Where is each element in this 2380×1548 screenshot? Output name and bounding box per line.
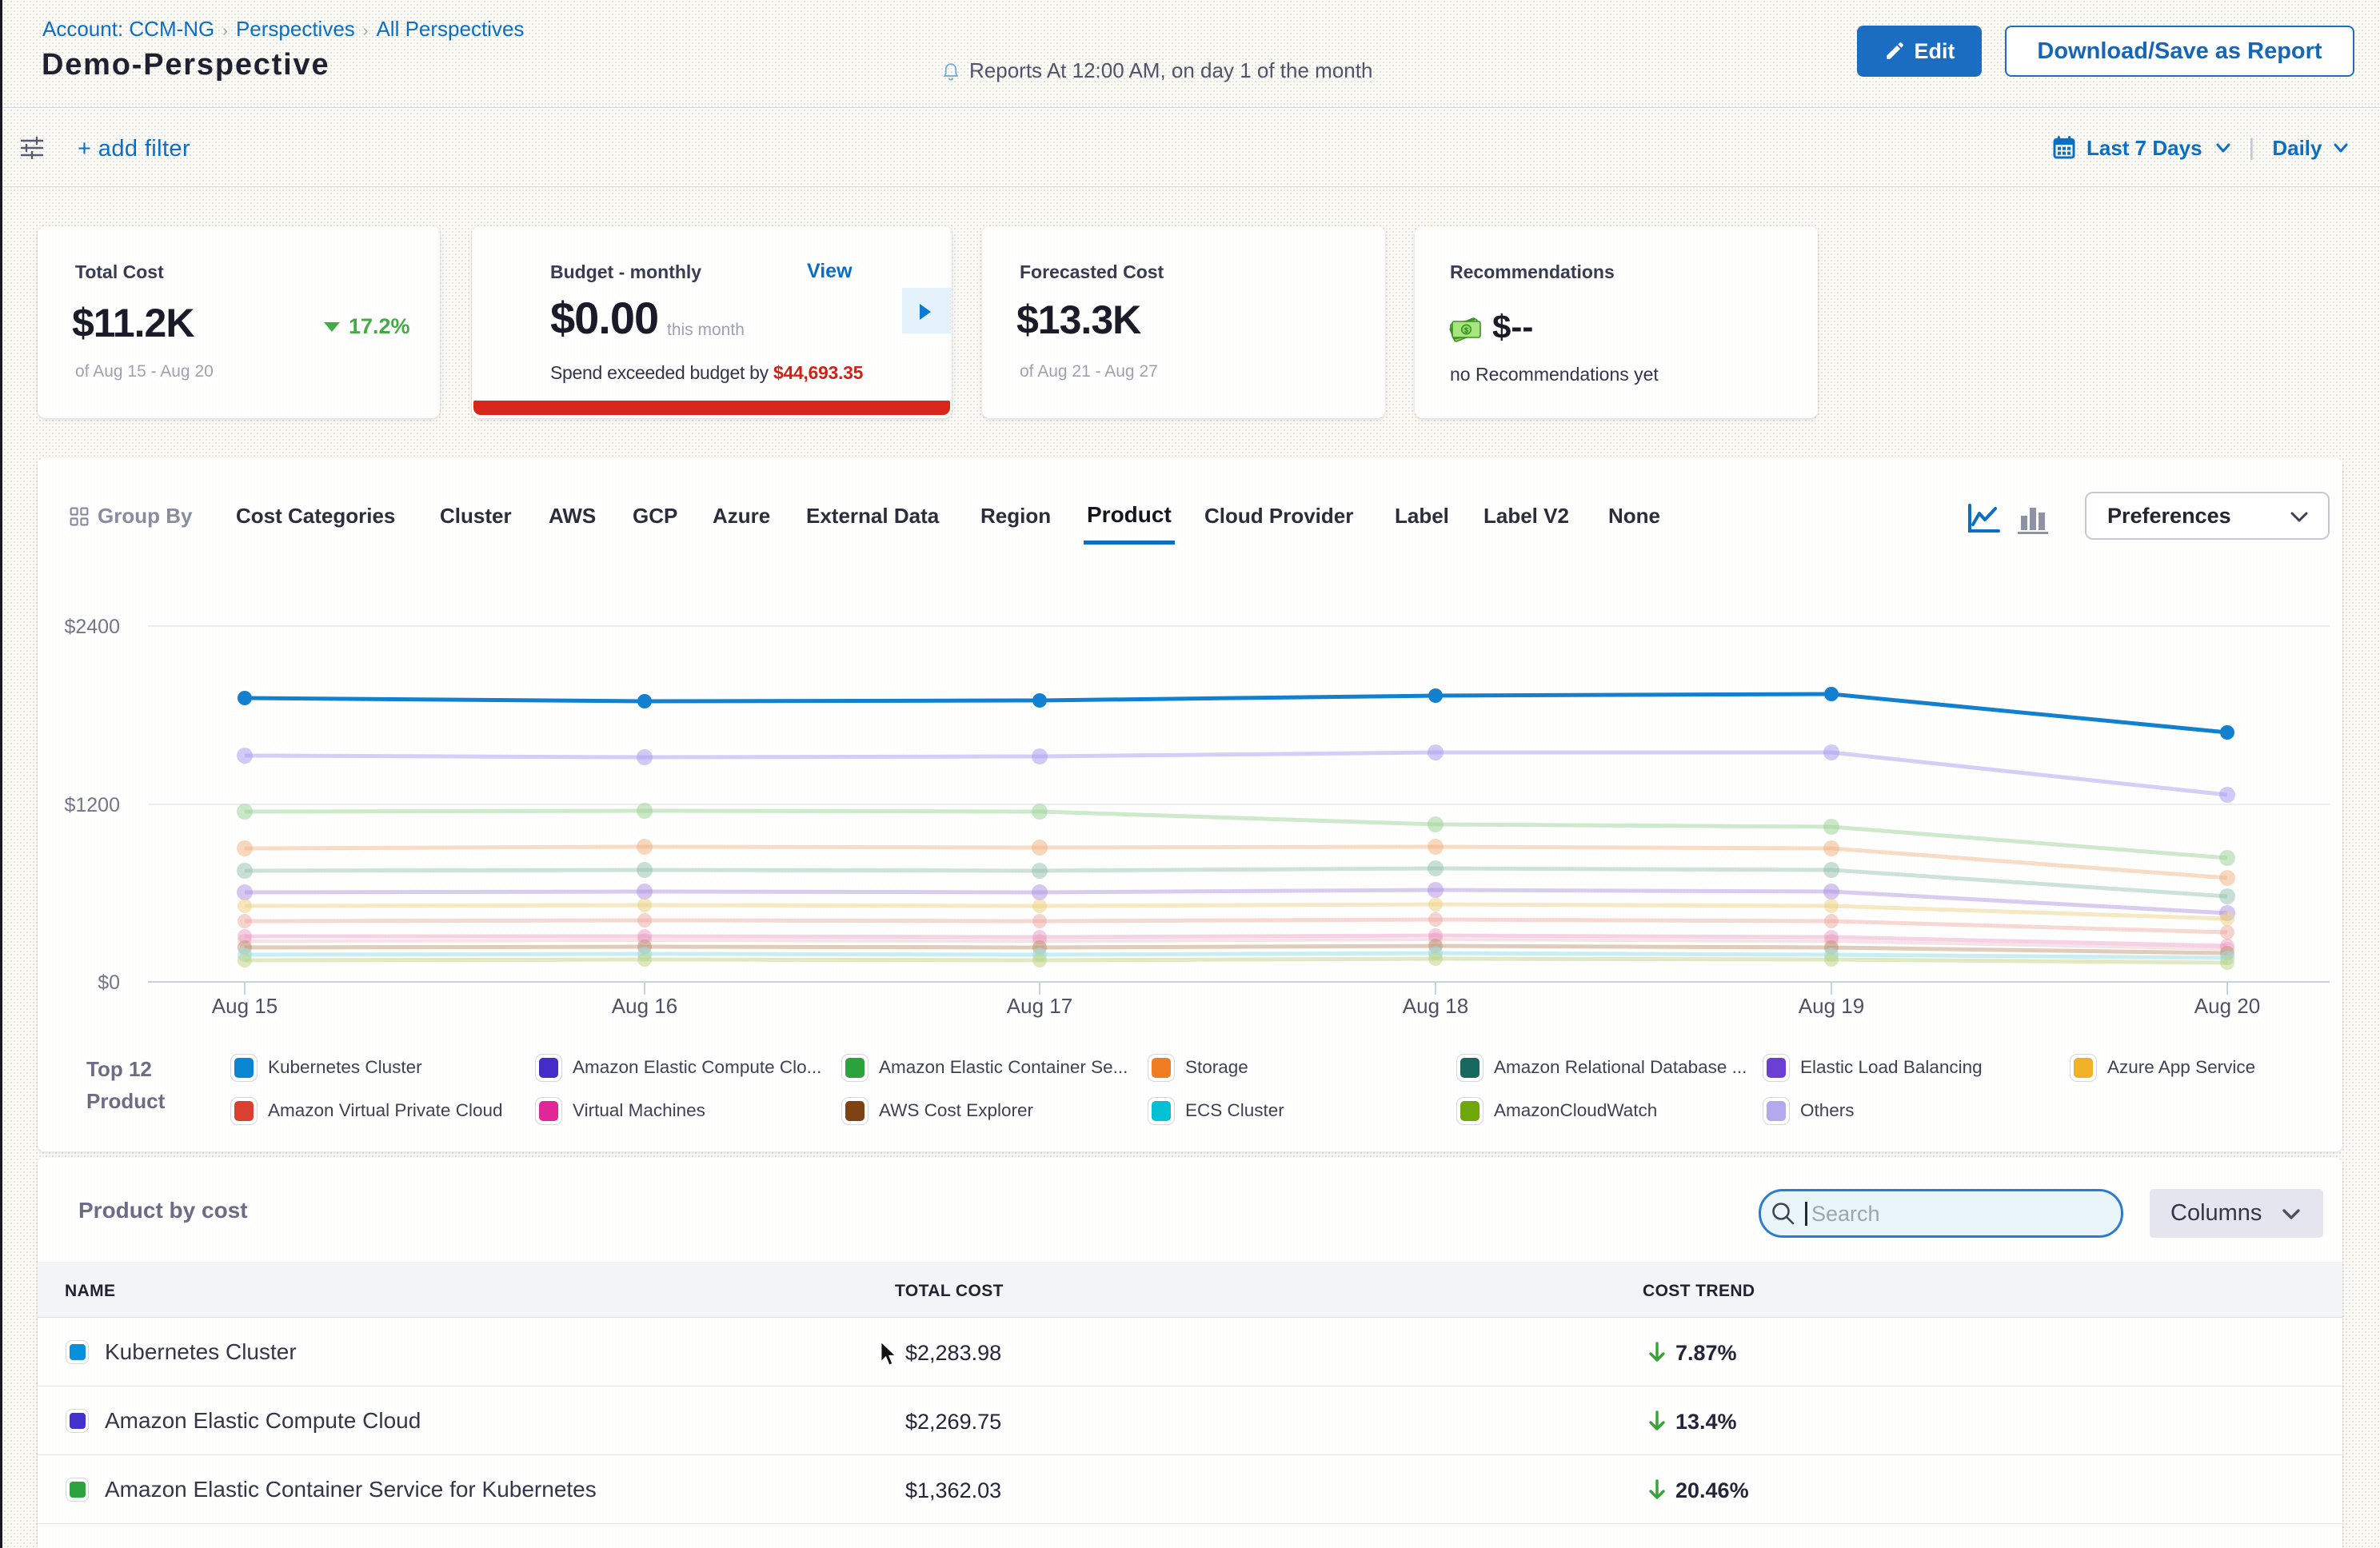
- svg-text:$1200: $1200: [64, 794, 120, 816]
- svg-text:$2400: $2400: [64, 616, 120, 638]
- svg-text:Aug 19: Aug 19: [1799, 994, 1864, 1018]
- svg-text:Aug 18: Aug 18: [1403, 994, 1468, 1018]
- svg-text:Aug 17: Aug 17: [1007, 994, 1072, 1018]
- svg-text:Aug 20: Aug 20: [2194, 994, 2260, 1018]
- svg-text:$0: $0: [98, 971, 120, 994]
- svg-text:Aug 16: Aug 16: [612, 994, 677, 1018]
- svg-text:$: $: [1464, 326, 1468, 334]
- svg-text:Aug 15: Aug 15: [212, 994, 278, 1018]
